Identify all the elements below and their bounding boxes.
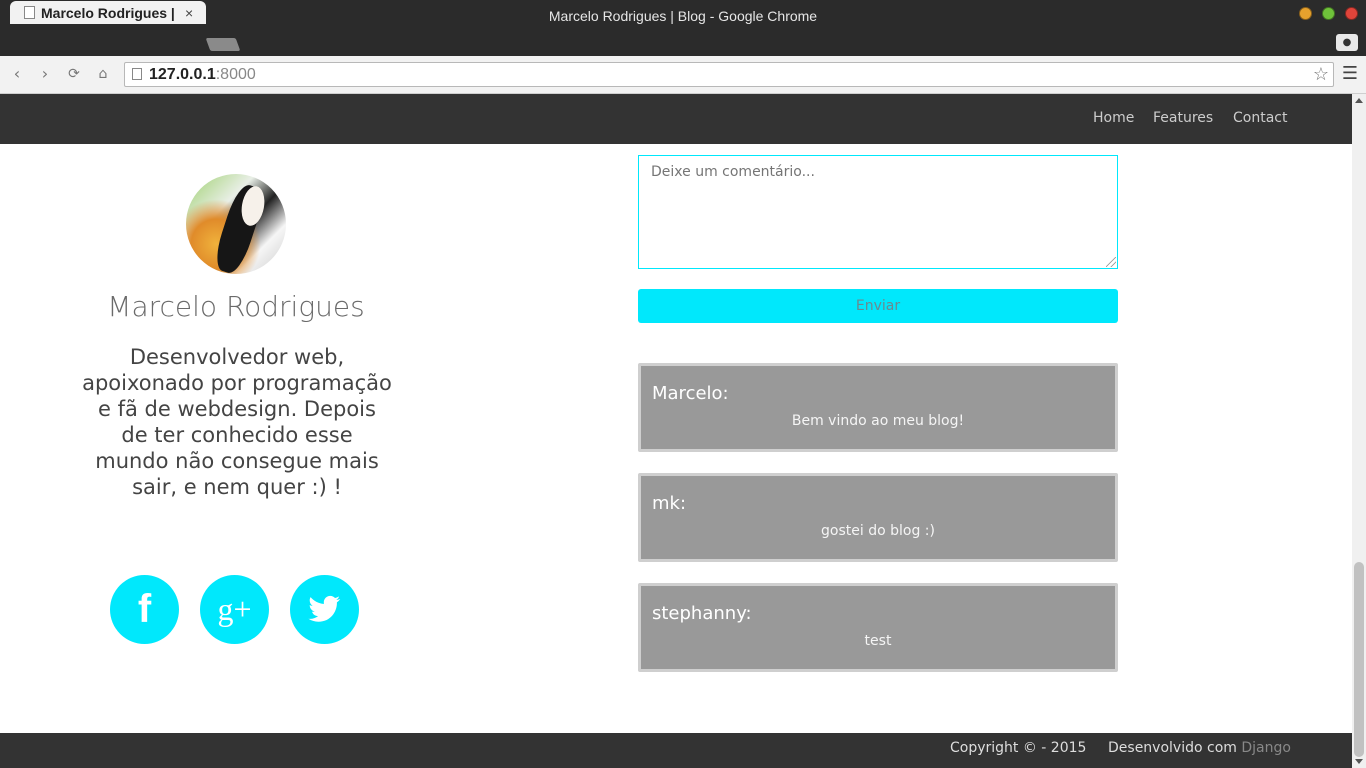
site-navbar: Home Features Contact bbox=[0, 94, 1352, 144]
maximize-button[interactable] bbox=[1322, 7, 1335, 20]
comment-text: Bem vindo ao meu blog! bbox=[791, 413, 965, 429]
footer-developed-by: Desenvolvido com Django bbox=[1108, 740, 1291, 756]
page-scrollbar[interactable] bbox=[1352, 94, 1366, 768]
footer-developed-label: Desenvolvido com bbox=[1108, 740, 1242, 756]
window-controls bbox=[1299, 7, 1358, 20]
close-window-button[interactable] bbox=[1345, 7, 1358, 20]
home-icon[interactable]: ⌂ bbox=[94, 65, 112, 83]
forward-icon[interactable]: › bbox=[36, 65, 54, 83]
url-host: 127.0.0.1 bbox=[149, 66, 216, 83]
googleplus-icon[interactable]: g+ bbox=[200, 575, 269, 644]
comment-text: test bbox=[864, 633, 892, 649]
comment-author: Marcelo: bbox=[652, 383, 729, 404]
back-icon[interactable]: ‹ bbox=[8, 65, 26, 83]
comment-text: gostei do blog :) bbox=[821, 523, 935, 539]
profile-bio: Desenvolvedor web, apoixonado por progra… bbox=[82, 345, 392, 499]
nav-home-link[interactable]: Home bbox=[1093, 110, 1134, 126]
new-tab-button[interactable] bbox=[205, 38, 241, 51]
profile-name: Marcelo Rodrigues bbox=[107, 290, 365, 323]
tab-strip bbox=[0, 32, 1366, 56]
comment-textarea[interactable] bbox=[638, 155, 1118, 269]
nav-features-link[interactable]: Features bbox=[1153, 110, 1213, 126]
bookmark-star-icon[interactable]: ☆ bbox=[1313, 63, 1329, 86]
reload-icon[interactable]: ⟳ bbox=[65, 65, 83, 83]
send-button[interactable]: Enviar bbox=[638, 289, 1118, 323]
minimize-button[interactable] bbox=[1299, 7, 1312, 20]
url-port: :8000 bbox=[215, 66, 256, 83]
scroll-down-arrow-icon[interactable] bbox=[1355, 759, 1363, 764]
comment-card: mk: gostei do blog :) bbox=[638, 473, 1118, 562]
page-info-icon bbox=[132, 68, 142, 80]
browser-tab[interactable]: Marcelo Rodrigues | Blog × bbox=[10, 1, 206, 24]
twitter-icon[interactable] bbox=[290, 575, 359, 644]
scroll-thumb[interactable] bbox=[1354, 562, 1364, 757]
site-footer: Copyright © - 2015 Desenvolvido com Djan… bbox=[0, 733, 1352, 768]
address-bar[interactable]: 127.0.0.1:8000 ☆ bbox=[124, 62, 1334, 87]
comment-author: stephanny: bbox=[652, 603, 752, 624]
django-link[interactable]: Django bbox=[1241, 740, 1291, 756]
comment-card: Marcelo: Bem vindo ao meu blog! bbox=[638, 363, 1118, 452]
window-title: Marcelo Rodrigues | Blog - Google Chrome bbox=[548, 8, 818, 24]
profile-icon[interactable]: ● bbox=[1336, 34, 1358, 51]
twitter-bird-icon bbox=[308, 595, 341, 622]
footer-copyright: Copyright © - 2015 bbox=[950, 740, 1087, 756]
page-viewport: Home Features Contact Marcelo Rodrigues … bbox=[0, 94, 1352, 768]
comment-author: mk: bbox=[652, 493, 687, 514]
chrome-menu-icon[interactable]: ☰ bbox=[1342, 65, 1358, 83]
facebook-icon[interactable]: f bbox=[110, 575, 179, 644]
tab-title: Marcelo Rodrigues | Blog bbox=[41, 4, 177, 21]
scroll-up-arrow-icon[interactable] bbox=[1355, 98, 1363, 103]
nav-contact-link[interactable]: Contact bbox=[1233, 110, 1287, 126]
tab-close-icon[interactable]: × bbox=[185, 5, 193, 21]
page-icon bbox=[24, 6, 35, 19]
avatar bbox=[186, 174, 286, 274]
browser-toolbar: ‹ › ⟳ ⌂ 127.0.0.1:8000 ☆ ☰ bbox=[0, 56, 1366, 94]
textarea-resize-handle[interactable] bbox=[1106, 257, 1116, 267]
comment-card: stephanny: test bbox=[638, 583, 1118, 672]
